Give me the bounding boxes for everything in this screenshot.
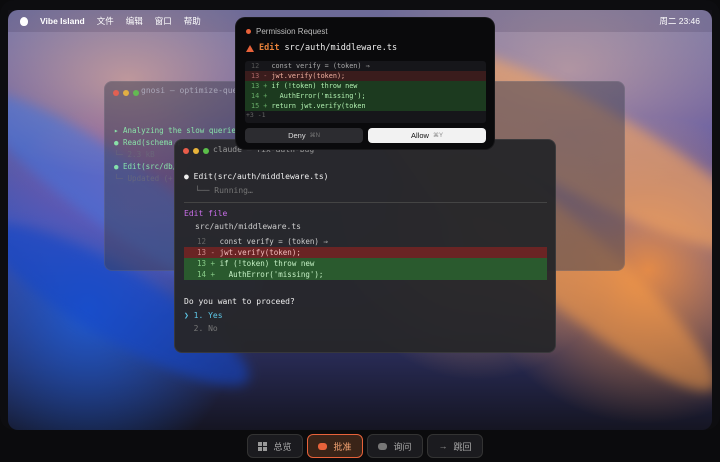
desktop-screen: Vibe Island 文件 编辑 窗口 帮助 周二 23:46 gnosi —… [0, 0, 720, 462]
diff-line-added: 14 + AuthError('missing'); [245, 91, 486, 101]
dock-button-jump-back[interactable]: → 跳回 [427, 434, 483, 458]
terminal-line: └─ Updated (+ [114, 174, 173, 183]
menu-clock[interactable]: 周二 23:46 [659, 15, 700, 27]
dock-button-ask[interactable]: 询问 [367, 434, 423, 458]
popup-header-label: Permission Request [256, 27, 328, 36]
grid-icon [258, 441, 268, 451]
chat-bubble-icon [318, 442, 328, 450]
option-yes[interactable]: ❯ 1. Yes [184, 311, 223, 320]
dock-button-approve[interactable]: 批准 [307, 434, 363, 458]
window-controls [113, 90, 139, 96]
diff-line-added: 13 + if (!token) throw new [184, 258, 547, 269]
confirm-question: Do you want to proceed? [184, 297, 295, 306]
close-button[interactable] [113, 90, 119, 96]
action-path: src/auth/middleware.ts [284, 43, 398, 53]
window-controls [183, 148, 209, 154]
menu-item-window[interactable]: 窗口 [155, 15, 172, 27]
deny-button[interactable]: Deny ⌘N [245, 128, 363, 143]
diff-line-added: 15 + return jwt.verify(token [245, 101, 486, 111]
menu-item-file[interactable]: 文件 [97, 15, 114, 27]
jump-arrow-icon: → [438, 441, 448, 451]
diff-line-context: 12 const verify = (token) ⇒ [251, 62, 370, 70]
section-heading: Edit file [184, 209, 228, 218]
file-path: src/auth/middleware.ts [195, 222, 301, 231]
dock-label: 批准 [333, 441, 352, 452]
warning-icon [246, 44, 254, 52]
terminal-line: ▸ Analyzing the slow queries. [114, 126, 245, 135]
deny-label: Deny [288, 131, 306, 140]
status-dot-icon [246, 29, 251, 34]
allow-button[interactable]: Allow ⌘Y [368, 128, 486, 143]
menu-app-name[interactable]: Vibe Island [40, 16, 85, 26]
question-bubble-icon [378, 442, 388, 450]
dock-button-overview[interactable]: 总览 [247, 434, 303, 458]
diff-line-added: 14 + AuthError('missing'); [184, 269, 547, 280]
deny-shortcut: ⌘N [309, 133, 320, 139]
terminal-line: └─ 2.3 kB [114, 150, 155, 159]
allow-label: Allow [411, 131, 429, 140]
diff-line-context: 12 const verify = (token) ⇒ [197, 237, 328, 246]
zoom-button[interactable] [203, 148, 209, 154]
action-label: Edit [259, 43, 280, 53]
diff-line-added: 13 + if (!token) throw new [245, 81, 486, 91]
dock-label: 总览 [273, 441, 292, 452]
option-no[interactable]: 2. No [184, 324, 218, 333]
dock-label: 询问 [393, 441, 412, 452]
close-button[interactable] [183, 148, 189, 154]
popup-title: Edit src/auth/middleware.ts [246, 43, 397, 53]
minimize-button[interactable] [193, 148, 199, 154]
divider [184, 202, 547, 203]
diff-stats: +3 -1 [246, 111, 266, 119]
terminal-line: ● Edit(src/db/ [114, 162, 178, 171]
popup-header: Permission Request [246, 27, 328, 36]
main-terminal-window[interactable]: claude — fix-auth-bug ● Edit(src/auth/mi… [174, 139, 556, 353]
zoom-button[interactable] [133, 90, 139, 96]
menu-item-edit[interactable]: 编辑 [126, 15, 143, 27]
allow-shortcut: ⌘Y [432, 133, 443, 139]
dock-label: 跳回 [453, 441, 472, 452]
diff-preview: 12 const verify = (token) ⇒ 13 - jwt.ver… [245, 61, 486, 123]
diff-line-removed: 13 - jwt.verify(token); [245, 71, 486, 81]
menu-item-help[interactable]: 帮助 [184, 15, 201, 27]
tool-call-line: ● Edit(src/auth/middleware.ts) [184, 172, 329, 181]
diff-line-removed: 13 - jwt.verify(token); [184, 247, 547, 258]
minimize-button[interactable] [123, 90, 129, 96]
tool-status: └── Running… [195, 186, 253, 195]
apple-logo-icon[interactable] [20, 16, 28, 26]
permission-request-popup: Permission Request Edit src/auth/middlew… [235, 17, 495, 150]
